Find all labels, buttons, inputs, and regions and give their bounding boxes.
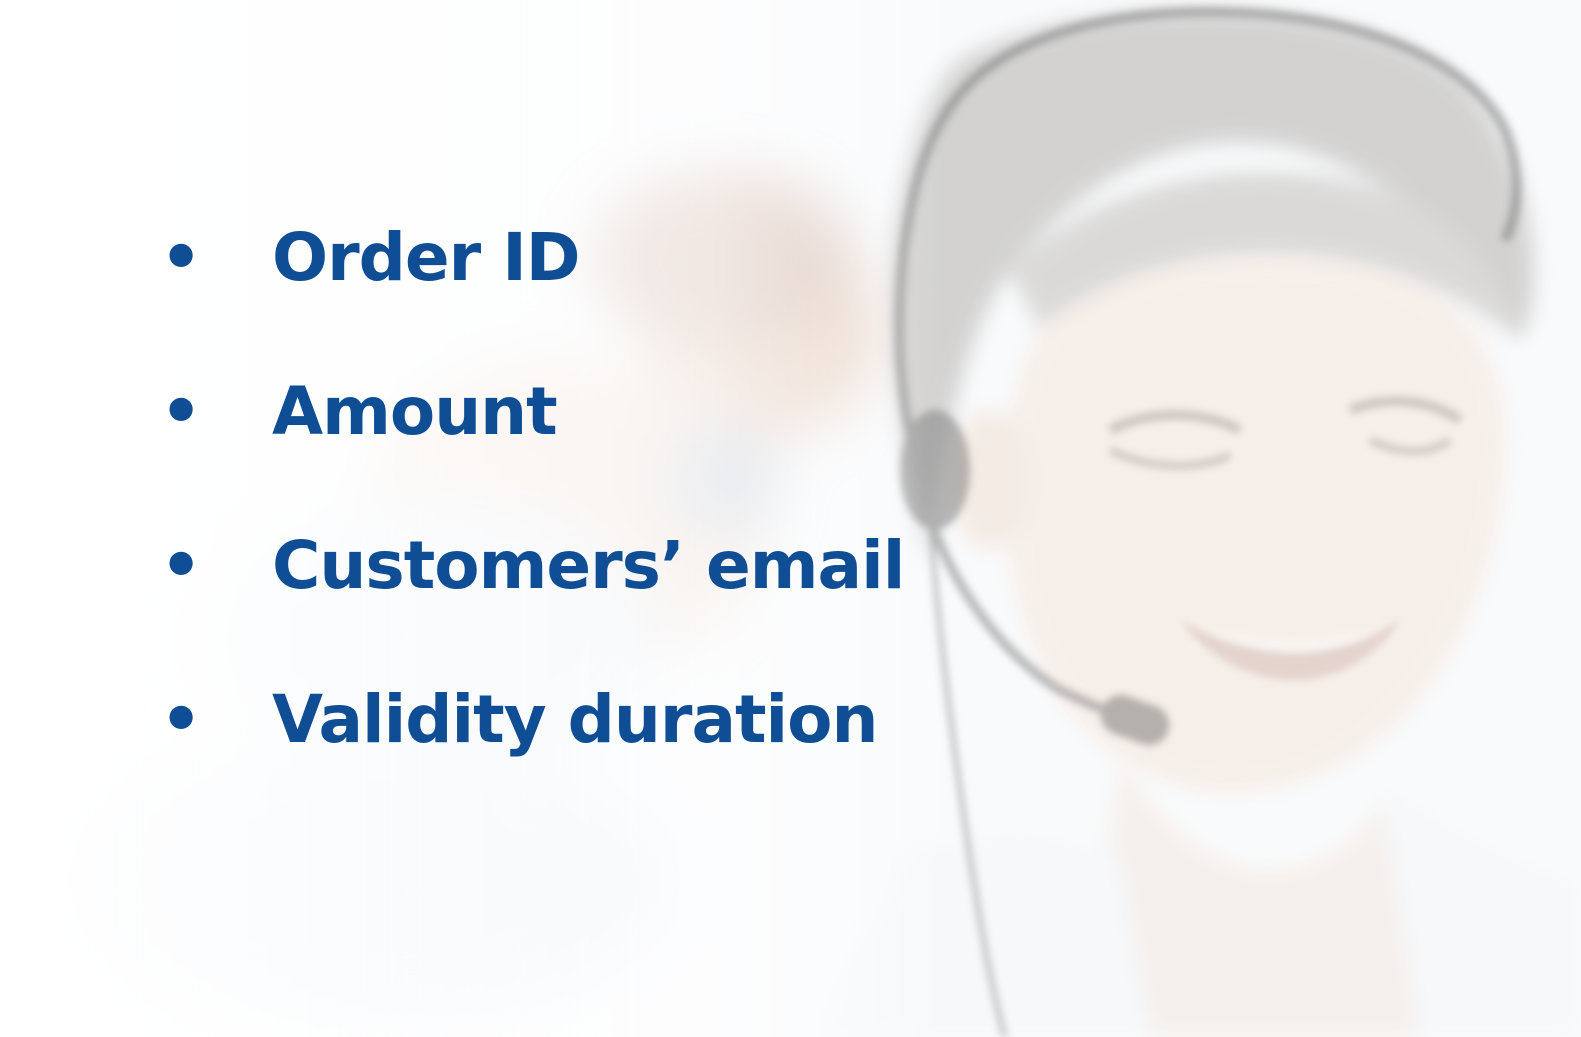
bullet-marker: •	[160, 373, 203, 450]
bullet-text: Amount	[272, 373, 558, 450]
slide: • Order ID • Amount • Customers’ email •…	[0, 0, 1581, 1037]
bullet-marker: •	[160, 527, 203, 604]
bullet-marker: •	[160, 219, 203, 296]
bullet-marker: •	[160, 681, 203, 758]
bullet-text: Customers’ email	[272, 527, 905, 604]
bullet-text: Validity duration	[272, 681, 878, 758]
bullet-text: Order ID	[272, 219, 581, 296]
